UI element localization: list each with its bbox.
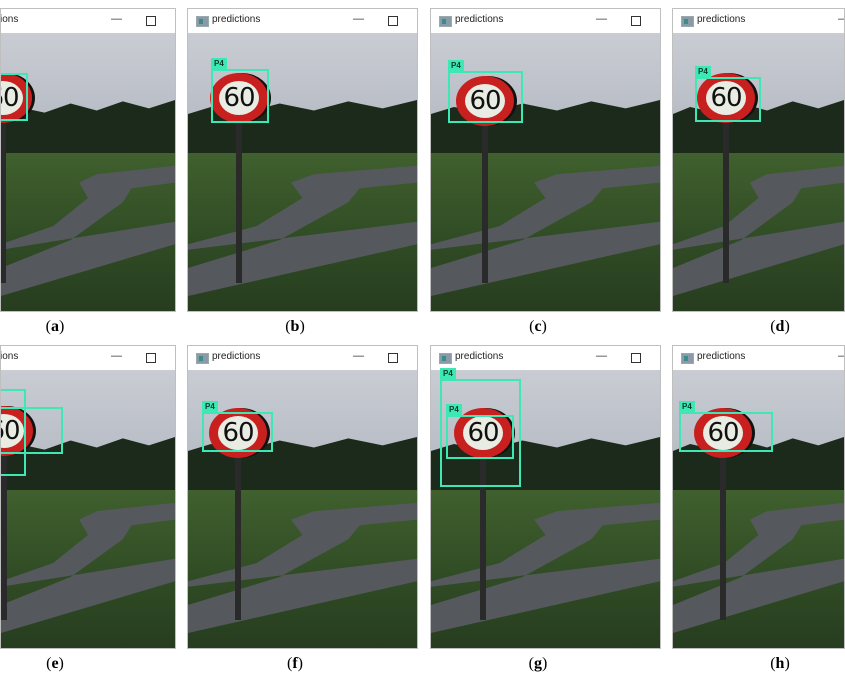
predictions-window-a: predictions—60 [0,8,176,312]
sign-pole [723,98,729,283]
minimize-button[interactable]: — [838,350,844,362]
caption-close: ) [542,655,548,672]
app-icon [439,16,452,27]
detection-box [446,415,514,459]
maximize-button[interactable] [631,353,641,363]
minimize-button[interactable]: — [353,13,364,25]
predictions-window-b: predictions —60 P4 [187,8,418,312]
sign-pole [1,98,6,283]
maximize-button[interactable] [146,353,156,363]
detection-label: P4 [440,368,456,379]
minimize-button[interactable]: — [596,350,607,362]
detection-label: P4 [211,58,227,69]
predictions-window-h: predictions—60P4 [672,345,845,649]
window-title: predictions [455,14,504,25]
app-icon [681,16,694,27]
window-title: predictions [697,14,746,25]
caption-letter: d [775,318,785,335]
title-bar: predictions — [188,346,417,371]
caption-b: (b) [285,318,305,336]
window-title: predictions [697,351,746,362]
caption-c: (c) [529,318,547,336]
detection-box [211,69,269,123]
minimize-button[interactable]: — [838,13,844,25]
detection-label: P4 [202,401,218,412]
caption-f: (f) [287,655,303,673]
caption-e: (e) [46,655,64,673]
caption-close: ) [784,655,790,672]
detection-label: P4 [448,60,464,71]
maximize-button[interactable] [388,16,398,26]
minimize-button[interactable]: — [596,13,607,25]
title-bar: predictions — [431,9,660,34]
window-title: predictions [0,351,19,362]
caption-close: ) [299,318,305,335]
caption-close: ) [59,318,65,335]
app-icon [196,353,209,364]
caption-h: (h) [770,655,790,673]
caption-letter: b [290,318,300,335]
title-bar: predictions — [1,346,175,371]
caption-d: (d) [770,318,790,336]
sign-pole [720,433,726,620]
caption-g: (g) [529,655,548,673]
minimize-button[interactable]: — [353,350,364,362]
detection-box [1,407,63,454]
detection-label: P4 [695,66,711,77]
predictions-window-c: predictions —60 P4 [430,8,661,312]
title-bar: predictions — [431,346,660,371]
window-title: predictions [212,351,261,362]
caption-close: ) [58,655,64,672]
maximize-button[interactable] [146,16,156,26]
detection-label: P4 [679,401,695,412]
title-bar: predictions — [673,346,844,371]
title-bar: predictions — [1,9,175,34]
predictions-window-g: predictions —60 P4 P4 [430,345,661,649]
app-icon [439,353,452,364]
title-bar: predictions — [673,9,844,34]
predictions-window-f: predictions —60 P4 [187,345,418,649]
title-bar: predictions — [188,9,417,34]
detection-label: P4 [446,404,462,415]
maximize-button[interactable] [631,16,641,26]
minimize-button[interactable]: — [111,13,122,25]
detection-box [448,71,523,123]
predictions-window-d: predictions—60P4 [672,8,845,312]
window-title: predictions [455,351,504,362]
sign-pole [236,98,242,283]
app-icon [196,16,209,27]
caption-a: (a) [46,318,65,336]
caption-close: ) [784,318,790,335]
detection-box [1,73,28,121]
app-icon [681,353,694,364]
detection-box [695,77,761,122]
sign-pole [235,433,241,620]
caption-close: ) [297,655,303,672]
maximize-button[interactable] [388,353,398,363]
window-title: predictions [212,14,261,25]
predictions-window-e: predictions—60 [0,345,176,649]
minimize-button[interactable]: — [111,350,122,362]
caption-close: ) [541,318,547,335]
sign-pole [482,101,488,283]
detection-box [202,412,273,452]
window-title: predictions [0,14,19,25]
detection-box [679,412,773,452]
caption-letter: h [775,655,785,672]
